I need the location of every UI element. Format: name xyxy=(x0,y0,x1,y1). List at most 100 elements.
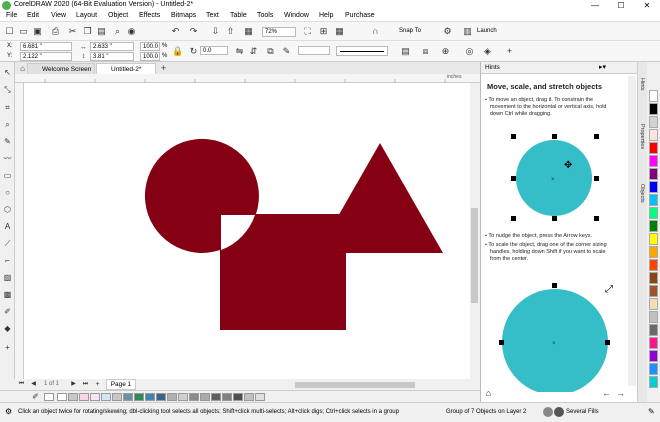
outline-width-select[interactable] xyxy=(298,46,330,55)
scale-x-field[interactable]: 100.0 xyxy=(140,42,160,51)
color-swatch[interactable] xyxy=(649,311,658,323)
color-swatch[interactable] xyxy=(649,103,658,115)
hints-scrollbar[interactable] xyxy=(628,76,636,386)
palette-swatch[interactable] xyxy=(200,393,210,401)
pen-outline-icon[interactable]: ✎ xyxy=(281,46,292,57)
import-icon[interactable]: ⇩ xyxy=(210,26,221,37)
color-swatch[interactable] xyxy=(649,194,658,206)
hints-forward-icon[interactable]: → xyxy=(615,388,626,399)
page-1-tab[interactable]: Page 1 xyxy=(106,379,136,390)
menu-object[interactable]: Object xyxy=(108,12,128,19)
last-page-icon[interactable]: ⏭ xyxy=(80,379,91,390)
publish-pdf-icon[interactable]: ▦ xyxy=(243,26,254,37)
mirror-horizontal-icon[interactable]: ⇋ xyxy=(234,46,245,57)
docker-tab-hints[interactable]: Hints xyxy=(639,78,645,91)
maximize-button[interactable]: ☐ xyxy=(610,0,632,11)
rotation-angle-field[interactable]: 0.0 xyxy=(200,46,228,55)
palette-swatch[interactable] xyxy=(244,393,254,401)
palette-swatch[interactable] xyxy=(233,393,243,401)
y-position-field[interactable]: 2.122 " xyxy=(20,52,72,61)
parallel-dimension-icon[interactable]: ⟋ xyxy=(2,238,13,249)
palette-swatch[interactable] xyxy=(255,393,265,401)
new-document-icon[interactable]: ☐ xyxy=(4,26,15,37)
combine-icon[interactable]: ⊕ xyxy=(440,46,451,57)
menu-file[interactable]: File xyxy=(6,12,17,19)
interactive-fill-icon[interactable]: ◆ xyxy=(2,323,13,334)
color-swatch[interactable] xyxy=(649,259,658,271)
menu-tools[interactable]: Tools xyxy=(257,12,273,19)
color-swatch[interactable] xyxy=(649,168,658,180)
color-swatch[interactable] xyxy=(649,181,658,193)
group-icon[interactable]: ⧉ xyxy=(265,46,276,57)
launch-dropdown[interactable]: Launch xyxy=(477,27,497,36)
height-field[interactable]: 3.81 " xyxy=(90,52,134,61)
palette-swatch[interactable] xyxy=(57,393,67,401)
docker-tab-properties[interactable]: Properties xyxy=(639,124,645,149)
palette-swatch[interactable] xyxy=(112,393,122,401)
shape-tool-icon[interactable]: ⤡ xyxy=(2,84,13,95)
palette-swatch[interactable] xyxy=(134,393,144,401)
vertical-ruler[interactable] xyxy=(15,83,24,379)
trim-icon[interactable]: ◈ xyxy=(482,46,493,57)
color-swatch[interactable] xyxy=(649,207,658,219)
redo-icon[interactable]: ↷ xyxy=(188,26,199,37)
menu-effects[interactable]: Effects xyxy=(139,12,160,19)
hints-home-icon[interactable]: ⌂ xyxy=(483,388,494,399)
menu-bitmaps[interactable]: Bitmaps xyxy=(171,12,196,19)
front-back-icon[interactable]: ⧈ xyxy=(420,46,431,57)
width-field[interactable]: 2.633 " xyxy=(90,42,134,51)
print-icon[interactable]: ⎙ xyxy=(50,26,61,37)
lock-ratio-icon[interactable]: 🔒 xyxy=(172,46,183,57)
add-icon[interactable]: + xyxy=(504,46,515,57)
color-swatch[interactable] xyxy=(649,337,658,349)
palette-swatch[interactable] xyxy=(178,393,188,401)
eyedropper-tool-icon[interactable]: ✐ xyxy=(2,306,13,317)
zoom-tool-icon[interactable]: ⌕ xyxy=(2,119,13,130)
first-page-icon[interactable]: ⏮ xyxy=(16,379,27,390)
menu-help[interactable]: Help xyxy=(319,12,333,19)
menu-edit[interactable]: Edit xyxy=(27,12,39,19)
open-folder-icon[interactable]: ▭ xyxy=(18,26,29,37)
paste-icon[interactable]: ▤ xyxy=(96,26,107,37)
shadow-tool-icon[interactable]: ▨ xyxy=(2,272,13,283)
fill-indicator-icon[interactable] xyxy=(543,407,553,417)
settings-icon[interactable]: ⚙ xyxy=(5,407,12,416)
eyedropper-icon[interactable]: ✐ xyxy=(30,391,41,402)
wrap-text-icon[interactable]: ▤ xyxy=(400,46,411,57)
palette-swatch[interactable] xyxy=(68,393,78,401)
mirror-vertical-icon[interactable]: ⇵ xyxy=(248,46,259,57)
palette-swatch[interactable] xyxy=(123,393,133,401)
palette-swatch[interactable] xyxy=(156,393,166,401)
color-swatch[interactable] xyxy=(649,350,658,362)
next-page-icon[interactable]: ▶ xyxy=(68,379,79,390)
color-swatch[interactable] xyxy=(649,129,658,141)
palette-swatch[interactable] xyxy=(79,393,89,401)
undo-icon[interactable]: ↶ xyxy=(170,26,181,37)
add-tool-icon[interactable]: + xyxy=(2,342,13,353)
weld-icon[interactable]: ◎ xyxy=(464,46,475,57)
grid-icon[interactable]: ▦ xyxy=(334,26,345,37)
menu-text[interactable]: Text xyxy=(206,12,219,19)
freehand-tool-icon[interactable]: ✎ xyxy=(2,136,13,147)
minimize-button[interactable]: — xyxy=(584,0,606,11)
color-swatch[interactable] xyxy=(649,155,658,167)
ellipse-tool-icon[interactable]: ○ xyxy=(2,187,13,198)
menu-window[interactable]: Window xyxy=(284,12,309,19)
swatch-none[interactable] xyxy=(44,393,54,401)
cut-icon[interactable]: ✂ xyxy=(67,26,78,37)
menu-layout[interactable]: Layout xyxy=(76,12,97,19)
palette-swatch[interactable] xyxy=(167,393,177,401)
transparency-tool-icon[interactable]: ▩ xyxy=(2,289,13,300)
add-page-icon[interactable]: + xyxy=(92,379,103,390)
menu-table[interactable]: Table xyxy=(230,12,247,19)
rectangle-tool-icon[interactable]: ▭ xyxy=(2,170,13,181)
artwork[interactable] xyxy=(24,83,470,379)
connector-tool-icon[interactable]: ⌐ xyxy=(2,255,13,266)
docker-options-icon[interactable]: ▸▾ xyxy=(599,63,606,71)
outline-pen-icon[interactable]: ✎ xyxy=(648,407,655,416)
menu-view[interactable]: View xyxy=(51,12,66,19)
docker-tab-objects[interactable]: Objects xyxy=(639,184,645,203)
polygon-tool-icon[interactable]: ⬡ xyxy=(2,204,13,215)
search-icon[interactable]: ⌕ xyxy=(112,26,123,37)
drawing-canvas[interactable] xyxy=(24,83,470,379)
